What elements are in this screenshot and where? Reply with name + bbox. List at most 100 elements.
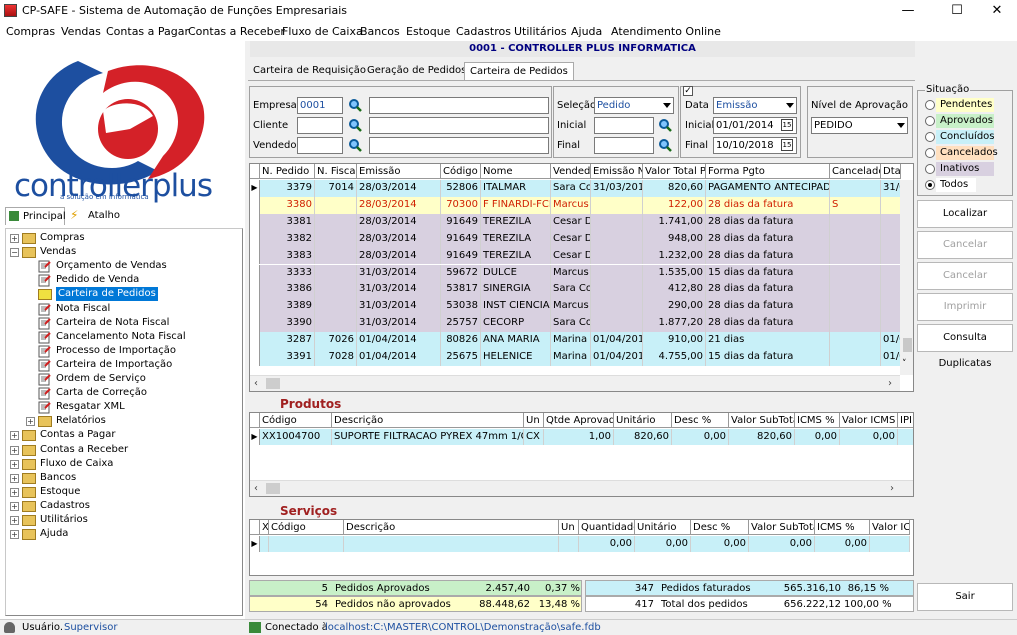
column-header[interactable]: Desc % [691,520,749,535]
column-header[interactable]: Desc % [672,413,729,428]
tree-item-vendas-11[interactable]: Relatórios [56,414,106,428]
situacao-label-1[interactable]: Aprovados [936,114,994,128]
tree-item-vendas-5[interactable]: Cancelamento Nota Fiscal [56,330,186,344]
column-header[interactable]: Dta [881,164,901,179]
order-row[interactable]: ▶3379701428/03/201452806ITALMARSara Cos3… [250,180,901,197]
situacao-radio-1[interactable] [925,116,935,126]
column-header[interactable]: Vendedor [551,164,591,179]
tree-item-other-3[interactable]: Bancos [40,471,76,485]
servico-row[interactable]: ▶ 0,00 0,00 0,00 0,00 0,00 [250,536,910,552]
column-header[interactable]: Valor SubTotal [749,520,815,535]
tree-item-other-6[interactable]: Utilitários [40,513,88,527]
search-icon[interactable] [658,138,672,152]
empresa-input[interactable]: 0001 [297,97,343,114]
search-icon[interactable] [348,118,362,132]
column-header[interactable]: Descrição [344,520,559,535]
column-header[interactable]: Forma Pgto [706,164,830,179]
chevron-left-icon[interactable]: ‹ [254,378,258,389]
column-header[interactable]: Código [260,413,332,428]
menu-compras[interactable]: Compras [6,25,55,38]
tree-item-vendas-8[interactable]: Ordem de Serviço [56,372,146,386]
tree-item-vendas-3[interactable]: Nota Fiscal [56,302,110,316]
cliente-input[interactable] [297,117,343,134]
tree-item-other-2[interactable]: Fluxo de Caixa [40,457,113,471]
data-select[interactable]: Emissão [713,97,797,114]
column-header[interactable]: ICMS % [815,520,870,535]
column-header[interactable]: Valor Total PD [643,164,706,179]
tree-item-vendas-9[interactable]: Carta de Correção [56,386,147,400]
minimize-button[interactable]: — [886,0,930,22]
order-row[interactable]: 3383 28/03/201491649TEREZILACesar De 1.232… [250,247,901,265]
situacao-radio-2[interactable] [925,132,935,142]
selecao-inicial-input[interactable] [594,117,654,134]
tab-principal[interactable]: Principal [5,207,66,225]
expand-icon[interactable]: + [10,530,19,540]
vendedor-input[interactable] [297,137,343,154]
column-header[interactable]: N. Pedido [260,164,315,179]
column-header[interactable]: Valor ICMS [840,413,898,428]
scrollbar-thumb[interactable] [266,378,280,389]
column-header[interactable]: Valor IC [870,520,910,535]
order-row[interactable]: 3391702801/04/201425675HELENICEMarina R0… [250,349,901,366]
column-header[interactable]: Descrição [332,413,524,428]
situacao-label-4[interactable]: Inativos [936,162,994,176]
column-header[interactable]: Quantidade [579,520,635,535]
tree-item-compras[interactable]: Compras [40,231,85,245]
tree-item-vendas-10[interactable]: Resgatar XML [56,400,125,414]
horizontal-scrollbar[interactable]: ‹ › [250,375,900,391]
column-header[interactable]: Valor SubTotal [729,413,795,428]
tab-carteira-pedidos[interactable]: Carteira de Pedidos [464,62,574,80]
chevron-left-icon[interactable]: ‹ [254,483,258,494]
imprimir-button[interactable]: Imprimir [917,293,1013,321]
menu-ajuda[interactable]: Ajuda [571,25,602,38]
expand-icon[interactable]: + [10,473,19,483]
column-header[interactable]: Un [524,413,544,428]
maximize-button[interactable]: ☐ [935,0,979,22]
column-header[interactable]: Emissão [357,164,441,179]
close-button[interactable]: ✕ [975,0,1017,22]
search-icon[interactable] [658,118,672,132]
menu-vendas[interactable]: Vendas [61,25,101,38]
servicos-grid[interactable]: X Código Descrição Un Quantidade Unitário Desc… [249,519,914,576]
chevron-right-icon[interactable]: › [890,483,894,494]
expand-icon[interactable]: + [10,431,19,441]
navigation-tree[interactable]: + Compras − Vendas Orçamento de Vendas Pedido… [5,228,243,616]
cancelar-button[interactable]: Cancelar [917,262,1013,290]
expand-icon[interactable]: + [10,459,19,469]
search-icon[interactable] [348,138,362,152]
tree-item-vendas-2[interactable]: Carteira de Pedidos [56,287,158,302]
tab-geracao-pedidos[interactable]: Geração de Pedidos [362,62,471,80]
situacao-label-3[interactable]: Cancelados [936,146,998,160]
order-row[interactable]: 3382 28/03/201491649TEREZILACesar De 948,0… [250,230,901,248]
horizontal-scrollbar[interactable]: ‹ › [250,480,913,496]
order-row[interactable]: 3381 28/03/201491649TEREZILACesar De 1.741… [250,213,901,231]
collapse-icon[interactable]: − [10,248,19,258]
menu-estoque[interactable]: Estoque [406,25,450,38]
tree-item-vendas-6[interactable]: Processo de Importação [56,344,176,358]
situacao-radio-4[interactable] [925,164,935,174]
expand-icon[interactable]: + [10,234,19,243]
menu-contas-pagar[interactable]: Contas a Pagar [106,25,189,38]
situacao-radio-3[interactable] [925,148,935,158]
menu-atendimento-online[interactable]: Atendimento Online [611,25,721,38]
order-row[interactable]: 3386 31/03/201453817SINERGIASara Cos 412,8… [250,281,901,299]
situacao-label-5[interactable]: Todos [936,178,976,192]
cancelar-aprovacao-button[interactable]: Cancelar Aprovação [917,231,1013,276]
column-header[interactable]: Cancelado [830,164,881,179]
tree-item-other-0[interactable]: Contas a Pagar [40,428,115,442]
column-header[interactable]: Un [559,520,579,535]
tree-item-other-1[interactable]: Contas a Receber [40,443,128,457]
tree-item-other-7[interactable]: Ajuda [40,527,68,541]
produtos-grid[interactable]: Código Descrição Un Qtde Aprovada Unitário De… [249,412,914,497]
situacao-label-2[interactable]: Concluídos [936,130,995,144]
tree-item-vendas-0[interactable]: Orçamento de Vendas [56,259,167,273]
menu-fluxo-caixa[interactable]: Fluxo de Caixa [282,25,363,38]
orders-grid[interactable]: N. Pedido N. Fiscal Emissão Código Nome Vende… [249,163,914,392]
tree-item-other-4[interactable]: Estoque [40,485,80,499]
chevron-right-icon[interactable]: › [888,378,892,389]
tree-item-vendas[interactable]: Vendas [40,245,76,259]
data-checkbox[interactable]: ✓ [683,86,693,96]
tab-atalho[interactable]: ⚡ Atalho [68,207,124,225]
order-row[interactable]: 3333 31/03/201459672DULCEMarcus H 1.535,00… [250,264,901,282]
tree-item-vendas-1[interactable]: Pedido de Venda [56,273,139,287]
